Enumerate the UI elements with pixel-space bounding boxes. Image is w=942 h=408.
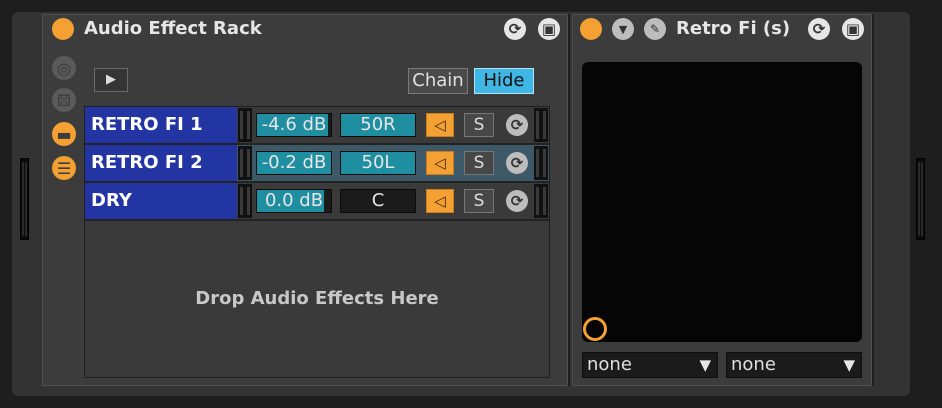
device-separator [568, 14, 570, 386]
chain-name-retro-fi-2[interactable]: RETRO FI 2 [85, 145, 237, 181]
device-separator [872, 14, 874, 386]
xy-y-parameter-dropdown[interactable]: none ▼ [726, 352, 862, 378]
randomize-icon[interactable]: ⚄ [52, 88, 76, 112]
macro-map-icon[interactable]: ◎ [52, 56, 76, 80]
row-divider [85, 219, 549, 221]
chain-name-retro-fi-1[interactable]: RETRO FI 1 [85, 107, 237, 143]
macro-controls-icon[interactable]: ▬ [52, 122, 76, 146]
device-wrench-icon[interactable]: ✎ [644, 18, 666, 40]
chain-activator-speaker-icon[interactable]: ◁ [426, 189, 454, 213]
chain-name-dry[interactable]: DRY [85, 183, 237, 219]
chain-output-meter [534, 184, 548, 218]
chevron-down-icon: ▼ [843, 356, 855, 374]
chain-output-meter [534, 146, 548, 180]
volume-value: 0.0 dB [264, 190, 324, 211]
device-power-button[interactable] [580, 18, 602, 40]
pan-value: 50L [361, 152, 395, 173]
rack-save-icon[interactable]: ▣ [538, 18, 560, 40]
drop-effects-hint: Drop Audio Effects Here [195, 288, 439, 309]
chain-button[interactable]: Chain [408, 68, 468, 94]
left-level-meter [20, 158, 29, 240]
chain-sync-icon[interactable]: ⟳ [506, 114, 528, 136]
dropdown-value: none [587, 354, 632, 375]
volume-value: -0.2 dB [261, 152, 327, 173]
device-fold-icon[interactable]: ▼ [612, 18, 634, 40]
chain-solo-button[interactable]: S [464, 151, 494, 175]
xy-pad[interactable] [582, 62, 862, 342]
chain-solo-button[interactable]: S [464, 189, 494, 213]
chain-activator-speaker-icon[interactable]: ◁ [426, 151, 454, 175]
chain-sync-icon[interactable]: ⟳ [506, 190, 528, 212]
chain-sync-icon[interactable]: ⟳ [506, 152, 528, 174]
chain-activator-speaker-icon[interactable]: ◁ [426, 113, 454, 137]
device-title: Retro Fi (s) [676, 18, 791, 39]
chevron-down-icon: ▼ [699, 356, 711, 374]
pan-value: 50R [360, 114, 396, 135]
dropdown-value: none [731, 354, 776, 375]
volume-value: -4.6 dB [261, 114, 327, 135]
chain-meter [238, 108, 252, 142]
chain-pan-field[interactable]: C [340, 189, 416, 213]
chain-pan-field[interactable]: 50L [340, 151, 416, 175]
chain-meter [238, 146, 252, 180]
chain-output-meter [534, 108, 548, 142]
hide-button[interactable]: Hide [474, 68, 534, 94]
chain-list-icon[interactable]: ☰ [52, 156, 76, 180]
right-level-meter [916, 158, 925, 240]
rack-power-button[interactable] [52, 18, 74, 40]
chain-volume-field[interactable]: 0.0 dB [256, 189, 332, 213]
rack-sync-icon[interactable]: ⟳ [504, 18, 526, 40]
chain-volume-field[interactable]: -0.2 dB [256, 151, 332, 175]
pan-value: C [371, 190, 385, 211]
chain-meter [238, 184, 252, 218]
device-sync-icon[interactable]: ⟳ [808, 18, 830, 40]
xy-x-parameter-dropdown[interactable]: none ▼ [582, 352, 718, 378]
chain-solo-button[interactable]: S [464, 113, 494, 137]
auto-select-button[interactable]: ▶ [94, 68, 128, 92]
device-save-icon[interactable]: ▣ [842, 18, 864, 40]
chain-volume-field[interactable]: -4.6 dB [256, 113, 332, 137]
chain-pan-field[interactable]: 50R [340, 113, 416, 137]
rack-title: Audio Effect Rack [84, 18, 262, 39]
xy-pad-handle[interactable] [583, 317, 607, 341]
